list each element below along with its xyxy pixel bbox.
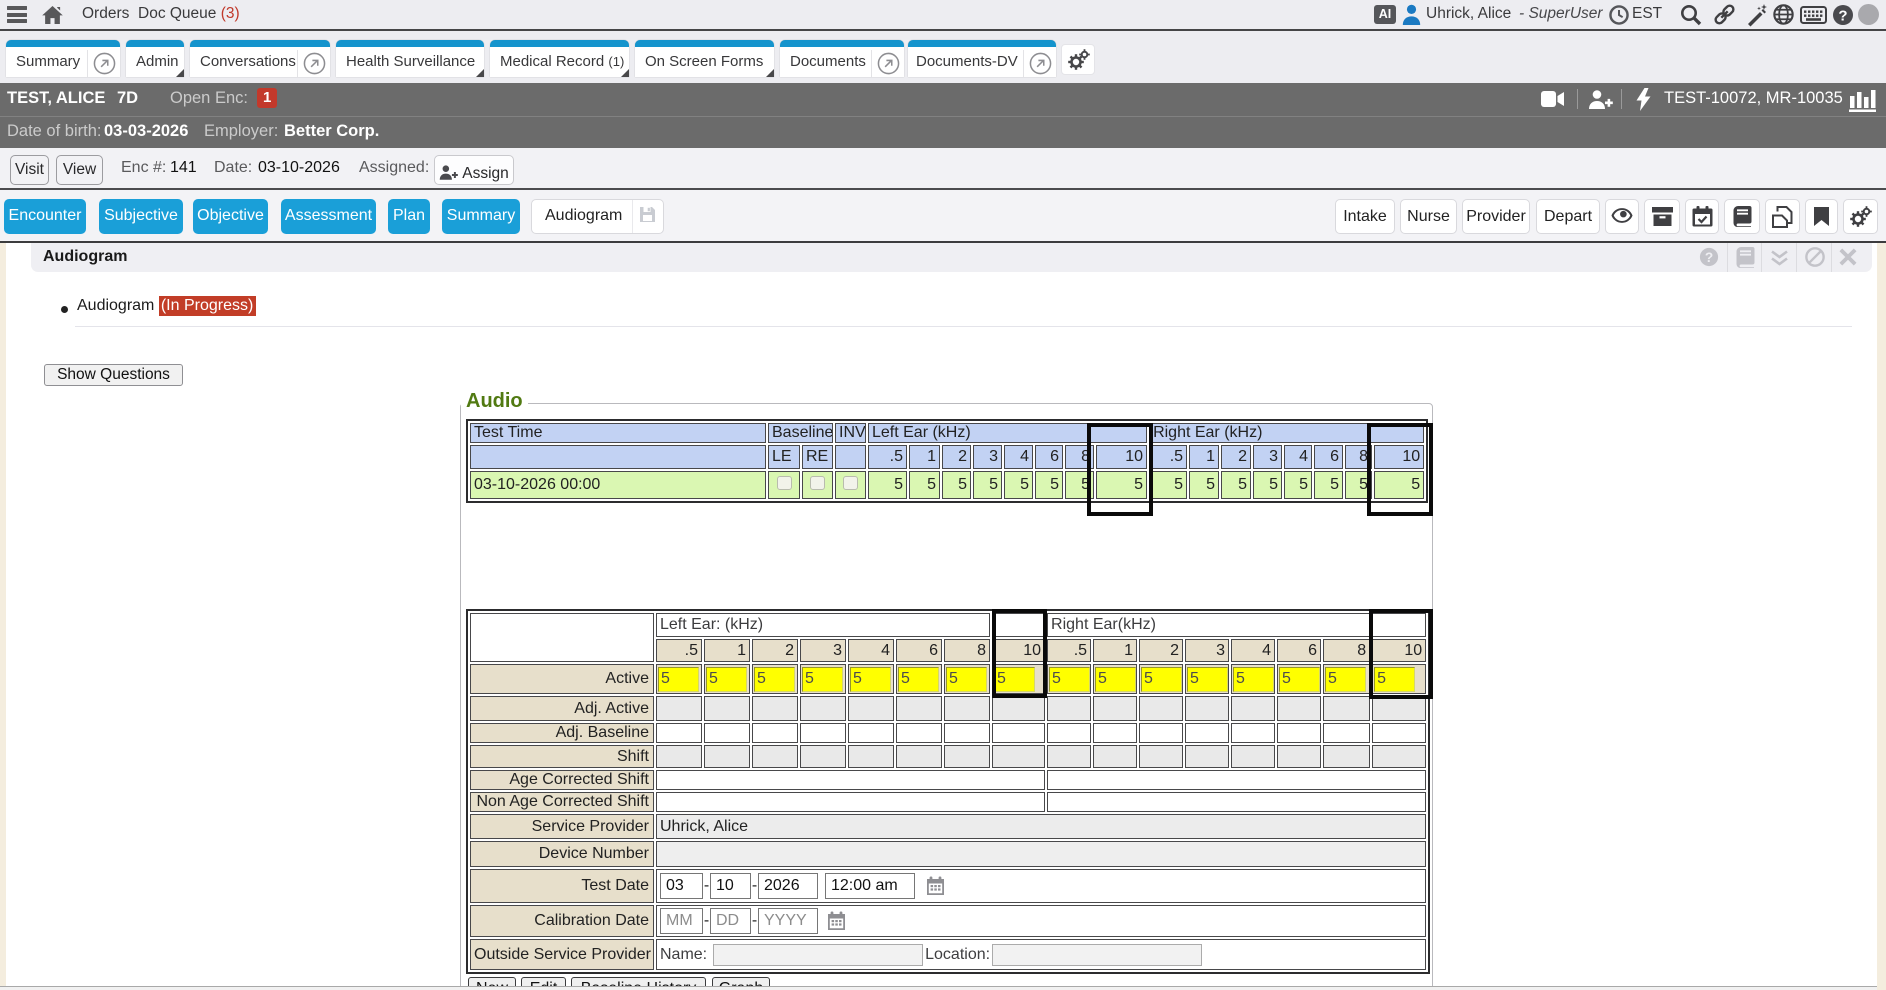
svg-text:?: ? bbox=[1838, 8, 1847, 25]
svg-text:?: ? bbox=[1705, 250, 1713, 265]
